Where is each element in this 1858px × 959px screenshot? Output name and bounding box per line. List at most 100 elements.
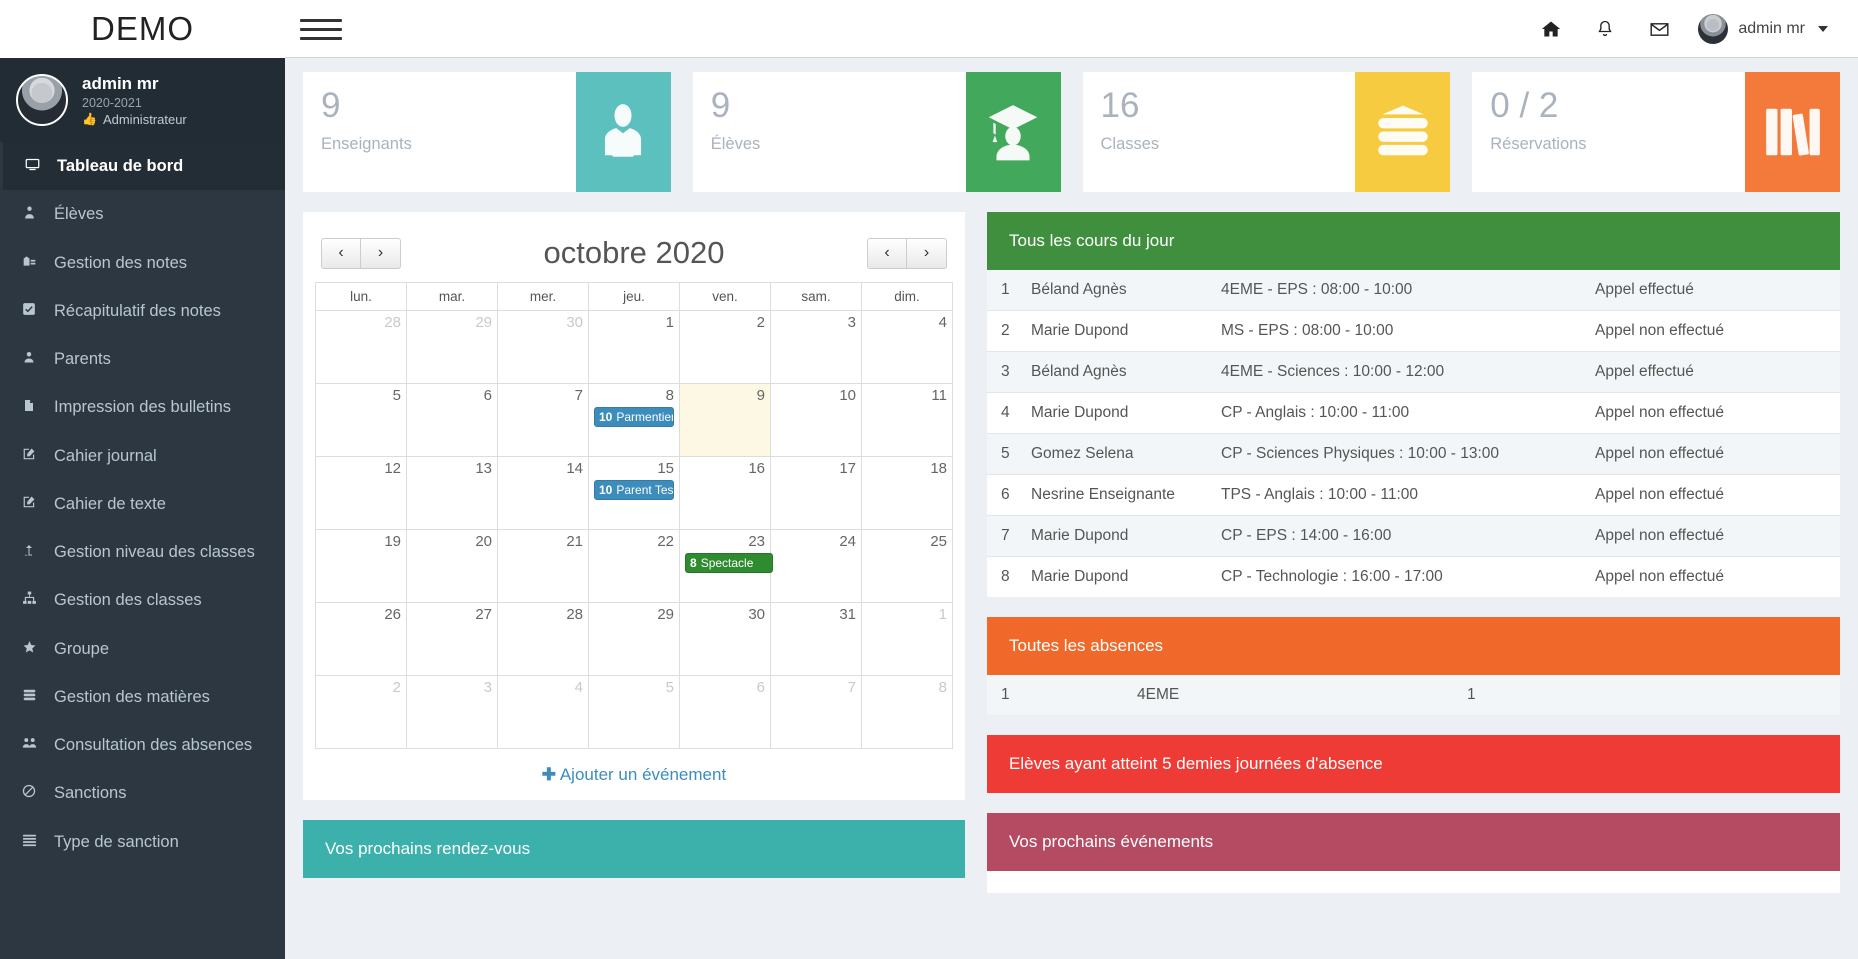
calendar-event[interactable]: 10 Parmentier <box>594 407 674 427</box>
calendar-day-cell[interactable]: 1 <box>861 602 953 676</box>
absence-count-link[interactable]: 1 <box>1467 675 1840 715</box>
calendar-day-cell[interactable]: 28 <box>497 602 589 676</box>
stat-card--l-ves[interactable]: 9 Élèves <box>692 72 1061 192</box>
calendar-day-number: 1 <box>665 314 674 331</box>
calendar-day-cell[interactable]: 3 <box>406 675 498 749</box>
calendar-day-cell[interactable]: 10 <box>770 383 862 457</box>
calendar-event[interactable]: 8 Spectacle <box>685 553 773 573</box>
course-status: Appel non effectué <box>1595 433 1840 475</box>
calendar-weekday: sam. <box>770 282 862 311</box>
table-row: 3 Béland Agnès 4EME - Sciences : 10:00 - 1… <box>987 351 1840 393</box>
bell-icon[interactable] <box>1578 0 1632 58</box>
sidebar-item-tableau-de-bord[interactable]: Tableau de bord <box>0 142 285 191</box>
calendar-day-number: 25 <box>930 533 947 550</box>
calendar-day-cell[interactable]: 18 <box>861 456 953 530</box>
hamburger-menu-icon[interactable] <box>300 13 342 45</box>
sidebar-item-consultation-des-absences[interactable]: Consultation des absences <box>0 721 285 769</box>
calendar-day-cell[interactable]: 26 <box>315 602 407 676</box>
sidebar-item-gestion-des-classes[interactable]: Gestion des classes <box>0 576 285 624</box>
calendar-day-cell[interactable]: 5 <box>315 383 407 457</box>
calendar-day-cell[interactable]: 29 <box>588 602 680 676</box>
calendar-widget: ‹ › octobre 2020 ‹ › lun. mar. mer. jeu. ven… <box>303 212 965 800</box>
calendar-day-cell[interactable]: 3 <box>770 310 862 384</box>
calendar-day-cell[interactable]: 4 <box>861 310 953 384</box>
calendar-day-cell[interactable]: 2 <box>315 675 407 749</box>
appointments-panel-header[interactable]: Vos prochains rendez-vous <box>303 820 965 878</box>
stat-card-r-servations[interactable]: 0 / 2 Réservations <box>1472 72 1840 192</box>
sidebar-item-cahier-de-texte[interactable]: Cahier de texte <box>0 480 285 528</box>
calendar-day-cell[interactable]: 8 10 Parmentier <box>588 383 680 457</box>
calendar-day-cell[interactable]: 28 <box>315 310 407 384</box>
calendar-day-cell[interactable]: 5 <box>588 675 680 749</box>
calendar-next-button-alt[interactable]: › <box>906 237 947 269</box>
home-icon[interactable] <box>1524 0 1578 58</box>
calendar-grid: lun. mar. mer. jeu. ven. sam. dim. 28 29 30 1 2 3 4 5… <box>315 282 953 749</box>
sidebar-user-panel[interactable]: admin mr 2020-2021 👍 Administrateur <box>0 58 285 142</box>
sidebar-item-gestion-des-notes[interactable]: Gestion des notes <box>0 239 285 287</box>
calendar-day-cell[interactable]: 7 <box>770 675 862 749</box>
calendar-day-cell[interactable]: 9 <box>679 383 771 457</box>
sidebar-item-impression-des-bulletins[interactable]: Impression des bulletins <box>0 383 285 431</box>
calendar-prev-button-alt[interactable]: ‹ <box>866 237 907 269</box>
brand-text: DEMO <box>91 10 194 47</box>
course-link[interactable]: 4EME - EPS : 08:00 - 10:00 <box>1221 270 1595 311</box>
calendar-day-cell[interactable]: 19 <box>315 529 407 603</box>
sidebar-item-cahier-journal[interactable]: Cahier journal <box>0 432 285 480</box>
calendar-day-cell[interactable]: 2 <box>679 310 771 384</box>
calendar-day-cell[interactable]: 22 <box>588 529 680 603</box>
calendar-day-cell[interactable]: 8 <box>861 675 953 749</box>
library-icon <box>1745 72 1840 192</box>
calendar-day-cell[interactable]: 1 <box>588 310 680 384</box>
calendar-day-cell[interactable]: 21 <box>497 529 589 603</box>
course-link[interactable]: CP - EPS : 14:00 - 16:00 <box>1221 515 1595 557</box>
course-link[interactable]: CP - Technologie : 16:00 - 17:00 <box>1221 557 1595 598</box>
calendar-day-cell[interactable]: 6 <box>406 383 498 457</box>
course-link[interactable]: MS - EPS : 08:00 - 10:00 <box>1221 310 1595 352</box>
sidebar-item-groupe[interactable]: Groupe <box>0 625 285 673</box>
calendar-day-number: 18 <box>930 460 947 477</box>
envelope-icon[interactable] <box>1632 0 1686 58</box>
calendar-prev-button[interactable]: ‹ <box>321 237 361 269</box>
calendar-day-cell[interactable]: 12 <box>315 456 407 530</box>
calendar-day-cell[interactable]: 25 <box>861 529 953 603</box>
calendar-day-cell[interactable]: 11 <box>861 383 953 457</box>
calendar-event[interactable]: 10 Parent Test <box>594 480 674 500</box>
course-link[interactable]: TPS - Anglais : 10:00 - 11:00 <box>1221 474 1595 516</box>
calendar-day-cell[interactable]: 29 <box>406 310 498 384</box>
calendar-day-cell[interactable]: 23 8 Spectacle <box>679 529 773 603</box>
calendar-next-button[interactable]: › <box>361 237 401 269</box>
course-link[interactable]: CP - Anglais : 10:00 - 11:00 <box>1221 392 1595 434</box>
sidebar-item-gestion-niveau-des-classes[interactable]: Gestion niveau des classes <box>0 528 285 576</box>
calendar-day-cell[interactable]: 6 <box>679 675 771 749</box>
calendar-day-number: 22 <box>657 533 674 550</box>
brand-logo[interactable]: DEMO <box>0 0 285 58</box>
sidebar-item-label: Gestion des classes <box>54 591 202 610</box>
calendar-day-cell[interactable]: 14 <box>497 456 589 530</box>
calendar-day-cell[interactable]: 20 <box>406 529 498 603</box>
stat-card-enseignants[interactable]: 9 Enseignants <box>303 72 671 192</box>
calendar-day-cell[interactable]: 13 <box>406 456 498 530</box>
calendar-day-cell[interactable]: 15 10 Parent Test <box>588 456 680 530</box>
sidebar-item-gestion-des-mati-res[interactable]: Gestion des matières <box>0 673 285 721</box>
add-event-button[interactable]: ✚ Ajouter un événement <box>542 765 726 784</box>
calendar-day-cell[interactable]: 7 <box>497 383 589 457</box>
sidebar-item-r-capitulatif-des-notes[interactable]: Récapitulatif des notes <box>0 287 285 335</box>
calendar-day-cell[interactable]: 16 <box>679 456 771 530</box>
user-menu[interactable]: admin mr <box>1686 0 1836 58</box>
calendar-day-cell[interactable]: 31 <box>770 602 862 676</box>
calendar-day-cell[interactable]: 4 <box>497 675 589 749</box>
sidebar-item-l-ves[interactable]: Élèves <box>0 190 285 238</box>
courses-panel: Tous les cours du jour 1 Béland Agnès 4EME… <box>987 212 1840 597</box>
calendar-day-cell[interactable]: 30 <box>679 602 771 676</box>
sidebar-item-sanctions[interactable]: Sanctions <box>0 769 285 817</box>
stat-card-classes[interactable]: 16 Classes <box>1082 72 1451 192</box>
sidebar-item-type-de-sanction[interactable]: Type de sanction <box>0 818 285 866</box>
sidebar-item-parents[interactable]: Parents <box>0 335 285 383</box>
course-link[interactable]: 4EME - Sciences : 10:00 - 12:00 <box>1221 351 1595 393</box>
calendar-day-cell[interactable]: 24 <box>770 529 862 603</box>
course-link[interactable]: CP - Sciences Physiques : 10:00 - 13:00 <box>1221 433 1595 475</box>
calendar-day-cell[interactable]: 17 <box>770 456 862 530</box>
calendar-day-cell[interactable]: 27 <box>406 602 498 676</box>
calendar-day-cell[interactable]: 30 <box>497 310 589 384</box>
course-teacher: Béland Agnès <box>1031 351 1221 393</box>
